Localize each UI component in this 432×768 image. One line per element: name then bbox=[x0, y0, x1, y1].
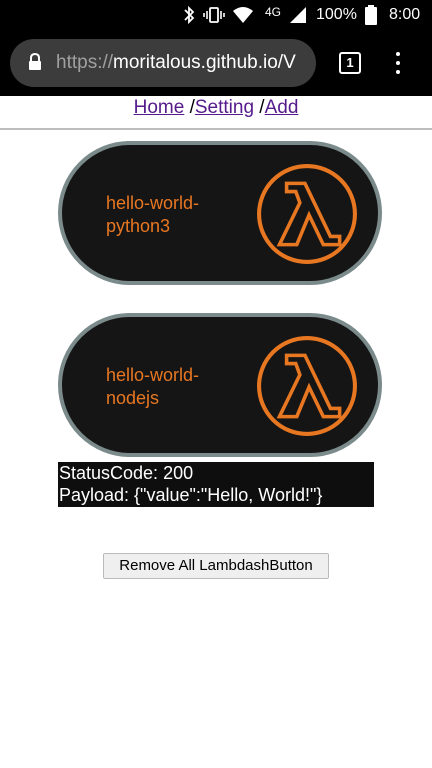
aws-lambda-icon bbox=[257, 336, 357, 436]
status-bar: 4G 100% 8:00 bbox=[0, 0, 432, 30]
remove-all-button[interactable]: Remove All LambdashButton bbox=[103, 553, 329, 579]
browser-toolbar: https://moritalous.github.io/V 1 bbox=[0, 30, 432, 96]
label-line-1: hello-world- bbox=[106, 193, 200, 213]
status-code-text: StatusCode: 200 bbox=[59, 463, 194, 483]
bluetooth-icon bbox=[184, 5, 195, 25]
url-text[interactable]: https://moritalous.github.io/V bbox=[56, 51, 296, 75]
network-type: 4G bbox=[265, 5, 282, 19]
label-line-1: hello-world- bbox=[106, 365, 200, 385]
battery-percent: 100% bbox=[316, 6, 357, 23]
label-line-2: nodejs bbox=[106, 388, 160, 408]
divider bbox=[0, 128, 432, 130]
tab-switcher-button[interactable]: 1 bbox=[339, 52, 361, 74]
url-host: moritalous.github.io/V bbox=[113, 52, 296, 73]
clock: 8:00 bbox=[389, 6, 421, 23]
add-link[interactable]: Add bbox=[265, 97, 299, 118]
breadcrumb-nav: Home /Setting /Add bbox=[0, 96, 432, 120]
aws-lambda-icon bbox=[257, 164, 357, 264]
home-link[interactable]: Home bbox=[134, 97, 185, 118]
invocation-result: StatusCode: 200 Payload: {"value":"Hello… bbox=[58, 462, 374, 507]
setting-link[interactable]: Setting bbox=[195, 97, 254, 118]
lambda-button-label: hello-world- python3 bbox=[106, 192, 256, 238]
lambda-button-python3[interactable]: hello-world- python3 bbox=[58, 141, 382, 285]
label-line-2: python3 bbox=[106, 216, 171, 236]
payload-text: Payload: {"value":"Hello, World!"} bbox=[59, 485, 323, 505]
wifi-icon bbox=[233, 7, 253, 23]
vibrate-icon bbox=[203, 7, 225, 23]
url-scheme: https:// bbox=[56, 52, 114, 73]
lambda-button-label: hello-world- nodejs bbox=[106, 364, 256, 410]
lambda-button-nodejs[interactable]: hello-world- nodejs bbox=[58, 313, 382, 457]
nav-separator: / bbox=[184, 97, 195, 118]
lock-icon bbox=[29, 53, 41, 70]
nav-separator: / bbox=[254, 97, 265, 118]
battery-icon bbox=[365, 5, 377, 25]
overflow-menu-icon[interactable] bbox=[390, 50, 406, 76]
signal-icon bbox=[290, 7, 306, 23]
url-bar[interactable]: https://moritalous.github.io/V bbox=[10, 39, 316, 87]
